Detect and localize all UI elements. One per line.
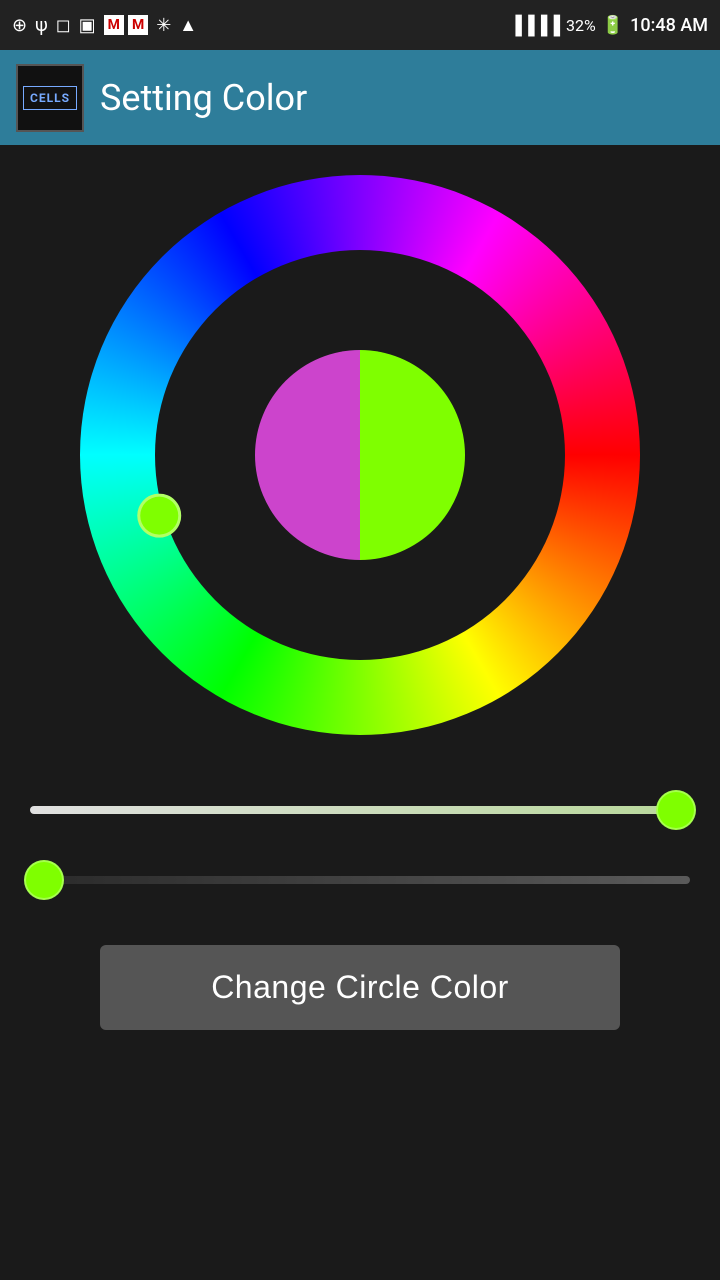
usb-icon: ψ (35, 15, 48, 36)
wifi-icon: ▲ (179, 15, 197, 36)
slider-2-thumb[interactable] (24, 860, 64, 900)
bluetooth-icon: ✳ (156, 15, 171, 36)
color-wheel-container[interactable] (80, 175, 640, 735)
status-icons-left: ⊕ ψ ◻ ▣ M M ✳ ▲ (12, 15, 197, 36)
battery-icon: 🔋 (602, 15, 624, 36)
slider-2-track[interactable] (30, 876, 690, 884)
slider-1-track[interactable] (30, 806, 690, 814)
mail2-icon: M (128, 15, 148, 35)
battery-text: 32% (566, 16, 596, 35)
app-icon-label: CELLS (23, 86, 77, 110)
mail1-icon: M (104, 15, 124, 35)
slider-2-container[interactable] (30, 855, 690, 905)
app-icon: CELLS (16, 64, 84, 132)
save-icon: ◻ (56, 15, 71, 36)
app-title: Setting Color (100, 77, 307, 119)
app-bar: CELLS Setting Color (0, 50, 720, 145)
status-bar: ⊕ ψ ◻ ▣ M M ✳ ▲ ▐▐▐▐ 32% 🔋 10:48 AM (0, 0, 720, 50)
center-color-preview (255, 350, 465, 560)
slider-1-container[interactable] (30, 785, 690, 835)
plus-icon: ⊕ (12, 15, 27, 36)
main-content: Change Circle Color (0, 145, 720, 1050)
status-right: ▐▐▐▐ 32% 🔋 10:48 AM (509, 15, 708, 36)
time-display: 10:48 AM (630, 15, 708, 36)
wheel-selector-dot[interactable] (137, 494, 181, 538)
signal-icon: ▐▐▐▐ (509, 15, 560, 36)
change-circle-color-button[interactable]: Change Circle Color (100, 945, 620, 1030)
image-icon: ▣ (79, 15, 96, 36)
slider-1-thumb[interactable] (656, 790, 696, 830)
